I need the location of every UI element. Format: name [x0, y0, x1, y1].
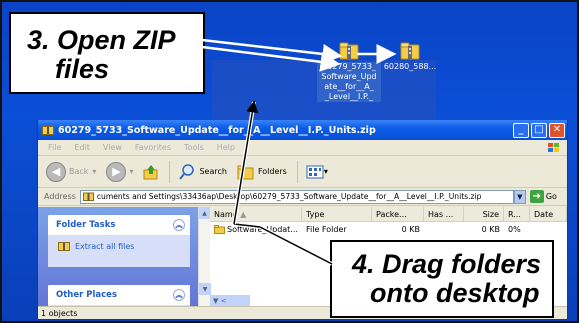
- arrow-to-zip-icons: [201, 38, 397, 72]
- arrow-drag-path: [232, 100, 333, 266]
- annotation-arrows: [201, 38, 397, 266]
- screenshot-frame: 60279_5733_ Software_Upd ate__for__A_ _L…: [0, 0, 579, 323]
